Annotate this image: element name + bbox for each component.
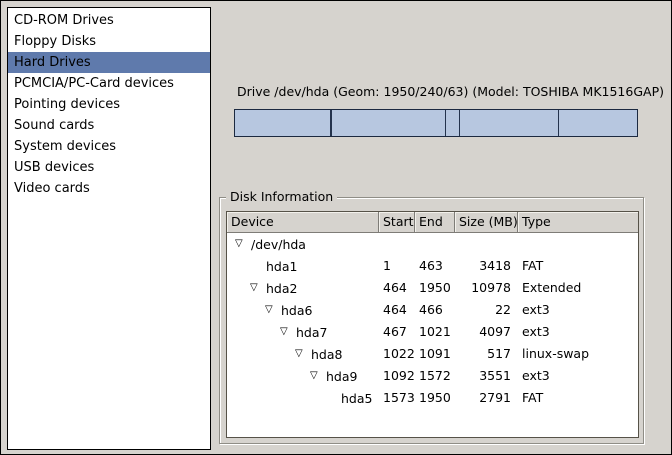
table-row[interactable]: ▽hda810221091517linux-swap — [227, 343, 638, 365]
device-cell: ▽hda7 — [227, 321, 379, 343]
sidebar-item-cd-rom-drives[interactable]: CD-ROM Drives — [8, 10, 210, 31]
end-cell: 1950 — [415, 277, 455, 299]
table-row[interactable]: ▽hda646446622ext3 — [227, 299, 638, 321]
device-label: hda8 — [311, 347, 342, 362]
start-cell: 1022 — [379, 343, 415, 365]
start-cell: 464 — [379, 299, 415, 321]
device-label: hda5 — [341, 391, 372, 406]
type-cell: Extended — [518, 277, 638, 299]
expander-icon[interactable]: ▽ — [265, 299, 281, 321]
size-cell: 3418 — [455, 255, 518, 277]
column-header-size[interactable]: Size (MB) — [455, 212, 518, 232]
indent-spacer — [231, 332, 280, 333]
size-cell: 10978 — [455, 277, 518, 299]
disk-information-groupbox: Disk Information Device Start End Size (… — [219, 197, 644, 444]
disk-table-body: ▽/dev/hdahda114633418FAT▽hda246419501097… — [227, 233, 638, 409]
size-cell: 517 — [455, 343, 518, 365]
sidebar-item-sound-cards[interactable]: Sound cards — [8, 115, 210, 136]
table-header-row: Device Start End Size (MB) Type — [227, 212, 638, 233]
start-cell: 1092 — [379, 365, 415, 387]
partition-segment-hda9 — [460, 110, 559, 136]
type-cell: ext3 — [518, 365, 638, 387]
device-cell: ▽hda6 — [227, 299, 379, 321]
device-cell: hda1 — [227, 259, 379, 274]
type-cell: FAT — [518, 387, 638, 409]
sidebar-item-floppy-disks[interactable]: Floppy Disks — [8, 31, 210, 52]
device-label: hda6 — [281, 303, 312, 318]
type-cell: linux-swap — [518, 343, 638, 365]
sidebar-item-usb-devices[interactable]: USB devices — [8, 157, 210, 178]
indent-spacer — [231, 288, 250, 289]
size-cell: 3551 — [455, 365, 518, 387]
expander-icon[interactable]: ▽ — [235, 233, 251, 255]
table-row[interactable]: hda1 14633418FAT — [227, 255, 638, 277]
end-cell: 463 — [415, 255, 455, 277]
device-cell: hda5 — [227, 391, 379, 406]
groupbox-title: Disk Information — [226, 189, 337, 204]
column-header-device[interactable]: Device — [227, 212, 379, 232]
end-cell: 1950 — [415, 387, 455, 409]
size-cell: 2791 — [455, 387, 518, 409]
expander-icon[interactable]: ▽ — [280, 321, 296, 343]
end-cell: 466 — [415, 299, 455, 321]
start-cell: 1573 — [379, 387, 415, 409]
drive-geometry-label: Drive /dev/hda (Geom: 1950/240/63) (Mode… — [237, 84, 664, 99]
partition-segment-hda1 — [235, 110, 331, 136]
end-cell: 1572 — [415, 365, 455, 387]
partition-segment-hda8 — [446, 110, 460, 136]
sidebar-item-system-devices[interactable]: System devices — [8, 136, 210, 157]
indent-spacer — [231, 354, 295, 355]
device-cell: ▽hda9 — [227, 365, 379, 387]
type-cell: ext3 — [518, 299, 638, 321]
table-row[interactable]: ▽hda2464195010978Extended — [227, 277, 638, 299]
indent-spacer — [231, 398, 325, 399]
start-cell: 1 — [379, 255, 415, 277]
size-cell: 4097 — [455, 321, 518, 343]
start-cell: 464 — [379, 277, 415, 299]
end-cell: 1021 — [415, 321, 455, 343]
start-cell: 467 — [379, 321, 415, 343]
disk-information-table: Device Start End Size (MB) Type ▽/dev/hd… — [226, 211, 639, 438]
device-category-list: CD-ROM DrivesFloppy DisksHard DrivesPCMC… — [7, 7, 211, 450]
expander-icon[interactable]: ▽ — [295, 343, 311, 365]
sidebar-item-pcmcia-pc-card-devices[interactable]: PCMCIA/PC-Card devices — [8, 73, 210, 94]
device-label: /dev/hda — [251, 237, 306, 252]
device-cell: ▽hda8 — [227, 343, 379, 365]
expander-icon[interactable]: ▽ — [310, 365, 326, 387]
type-cell: FAT — [518, 255, 638, 277]
sidebar-item-video-cards[interactable]: Video cards — [8, 178, 210, 199]
indent-spacer — [231, 376, 310, 377]
column-header-start[interactable]: Start — [379, 212, 415, 232]
drive-partition-bar — [234, 109, 638, 137]
device-label: hda7 — [296, 325, 327, 340]
device-cell: ▽/dev/hda — [227, 233, 379, 255]
column-header-type[interactable]: Type — [518, 212, 638, 232]
device-label: hda1 — [266, 259, 297, 274]
size-cell: 22 — [455, 299, 518, 321]
device-label: hda9 — [326, 369, 357, 384]
type-cell: ext3 — [518, 321, 638, 343]
partition-segment-hda5 — [559, 110, 637, 136]
table-row[interactable]: ▽/dev/hda — [227, 233, 638, 255]
expander-icon[interactable]: ▽ — [250, 277, 266, 299]
table-row[interactable]: hda5 157319502791FAT — [227, 387, 638, 409]
end-cell: 1091 — [415, 343, 455, 365]
partition-segment-hda7 — [332, 110, 446, 136]
sidebar-item-hard-drives[interactable]: Hard Drives — [8, 52, 210, 73]
indent-spacer — [231, 310, 265, 311]
device-label: hda2 — [266, 281, 297, 296]
table-row[interactable]: ▽hda9109215723551ext3 — [227, 365, 638, 387]
indent-spacer — [231, 266, 250, 267]
table-row[interactable]: ▽hda746710214097ext3 — [227, 321, 638, 343]
device-cell: ▽hda2 — [227, 277, 379, 299]
column-header-end[interactable]: End — [415, 212, 455, 232]
hardware-browser-window: CD-ROM DrivesFloppy DisksHard DrivesPCMC… — [0, 0, 672, 455]
sidebar-item-pointing-devices[interactable]: Pointing devices — [8, 94, 210, 115]
